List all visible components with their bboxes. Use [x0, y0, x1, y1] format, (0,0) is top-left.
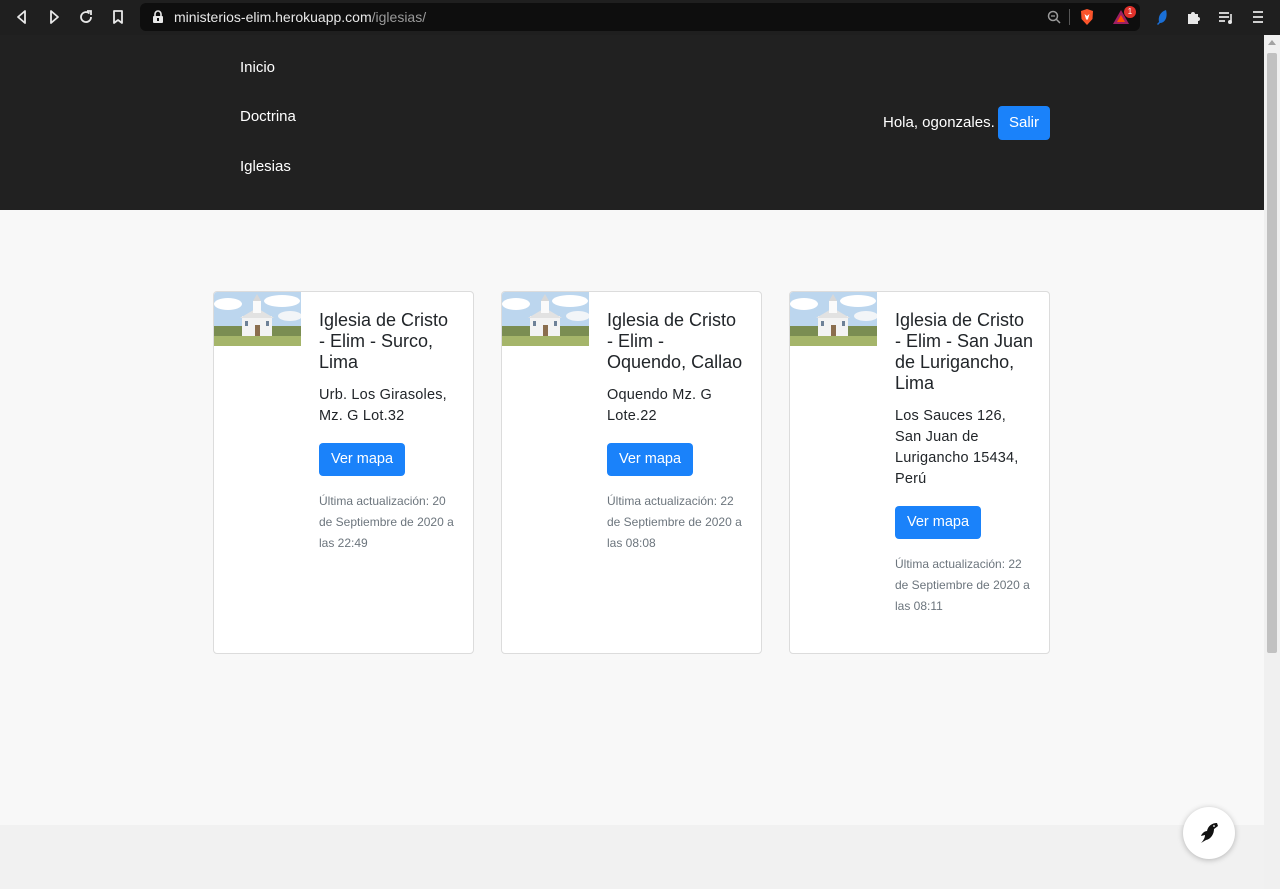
- church-card-body: Iglesia de Cristo - Elim - Oquendo, Call…: [607, 310, 747, 554]
- nav-link-iglesias[interactable]: Iglesias: [240, 158, 291, 175]
- church-card: Iglesia de Cristo - Elim - Surco, Lima U…: [213, 291, 474, 654]
- back-icon[interactable]: [13, 8, 31, 26]
- church-card: Iglesia de Cristo - Elim - Oquendo, Call…: [501, 291, 762, 654]
- address-bar[interactable]: ministerios-elim.herokuapp.com/iglesias/…: [140, 3, 1140, 31]
- church-image: [790, 292, 878, 350]
- church-card-body: Iglesia de Cristo - Elim - San Juan de L…: [895, 310, 1035, 617]
- view-map-button[interactable]: Ver mapa: [607, 443, 693, 476]
- church-card-body: Iglesia de Cristo - Elim - Surco, Lima U…: [319, 310, 459, 554]
- logout-button[interactable]: Salir: [998, 106, 1050, 140]
- page-footer: [0, 825, 1264, 889]
- site-header: Inicio Doctrina Iglesias Hola, ogonzales…: [0, 35, 1264, 210]
- view-map-button[interactable]: Ver mapa: [319, 443, 405, 476]
- url-host: ministerios-elim.herokuapp.com: [174, 9, 372, 25]
- church-image: [214, 292, 302, 350]
- church-address: Los Sauces 126, San Juan de Lurigancho 1…: [895, 408, 1019, 487]
- puzzle-icon[interactable]: [1185, 8, 1203, 26]
- church-card: Iglesia de Cristo - Elim - San Juan de L…: [789, 291, 1050, 654]
- last-updated: Última actualización: 20 de Septiembre d…: [319, 494, 454, 550]
- nav-link-doctrina[interactable]: Doctrina: [240, 108, 296, 125]
- url-path: /iglesias/: [371, 9, 427, 25]
- bird-icon: [1201, 823, 1218, 843]
- page-viewport: Inicio Doctrina Iglesias Hola, ogonzales…: [0, 35, 1264, 889]
- url-text: ministerios-elim.herokuapp.com/iglesias/: [174, 9, 426, 25]
- urlbar-divider: [1069, 9, 1070, 25]
- reload-icon[interactable]: [77, 8, 95, 26]
- rewards-badge: 1: [1124, 6, 1136, 18]
- view-map-button[interactable]: Ver mapa: [895, 506, 981, 539]
- forward-icon[interactable]: [45, 8, 63, 26]
- scrollbar-thumb[interactable]: [1267, 53, 1277, 653]
- browser-toolbar: ministerios-elim.herokuapp.com/iglesias/…: [0, 0, 1280, 35]
- zoom-icon[interactable]: [1046, 9, 1062, 25]
- brave-shield-icon[interactable]: [1078, 8, 1096, 26]
- nav-link-inicio[interactable]: Inicio: [240, 59, 275, 76]
- menu-icon[interactable]: [1249, 8, 1267, 26]
- bird-chat-button[interactable]: [1183, 807, 1235, 859]
- church-name: Iglesia de Cristo - Elim - Oquendo, Call…: [607, 310, 743, 372]
- church-image: [502, 292, 590, 350]
- bookmark-icon[interactable]: [109, 8, 127, 26]
- last-updated: Última actualización: 22 de Septiembre d…: [607, 494, 742, 550]
- church-name: Iglesia de Cristo - Elim - Surco, Lima: [319, 310, 449, 372]
- extension-feather-icon[interactable]: [1153, 8, 1171, 26]
- page-scrollbar[interactable]: [1264, 35, 1280, 889]
- media-playlist-icon[interactable]: [1217, 8, 1235, 26]
- last-updated: Última actualización: 22 de Septiembre d…: [895, 557, 1030, 613]
- church-address: Oquendo Mz. G Lote.22: [607, 387, 712, 424]
- scroll-up-icon[interactable]: [1268, 40, 1276, 45]
- lock-icon: [152, 10, 164, 24]
- user-greeting: Hola, ogonzales.: [883, 114, 995, 131]
- church-name: Iglesia de Cristo - Elim - San Juan de L…: [895, 310, 1034, 393]
- church-address: Urb. Los Girasoles, Mz. G Lot.32: [319, 387, 447, 424]
